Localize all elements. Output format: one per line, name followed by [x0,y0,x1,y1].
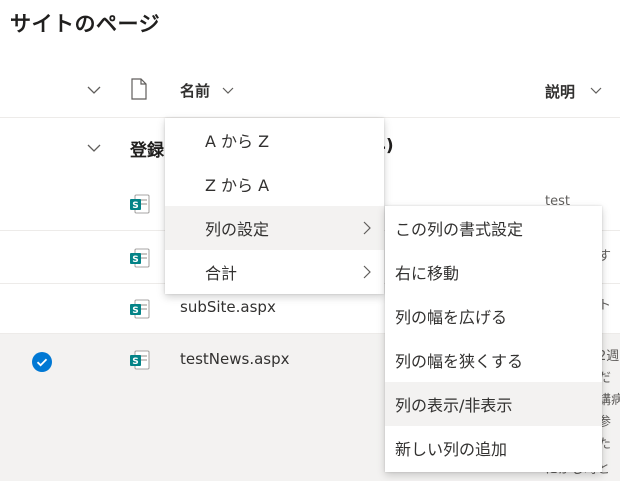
column-header-name[interactable]: 名前 [180,80,210,101]
menu-item-format-column[interactable]: この列の書式設定 [385,206,602,250]
chevron-right-icon [363,265,371,279]
svg-text:S: S [132,357,138,367]
chevron-right-icon [363,221,371,235]
sharepoint-page-icon: S [130,350,150,370]
chevron-down-icon[interactable] [222,84,234,96]
menu-item-label: 列の表示/非表示 [395,396,513,415]
document-icon [131,78,147,100]
menu-item-label: 列の設定 [205,220,270,239]
svg-text:S: S [132,255,138,265]
menu-item-label: 合計 [205,264,238,283]
file-name-link[interactable]: subSite.aspx [180,298,276,316]
sharepoint-page-icon: S [130,299,150,319]
menu-item-label: 新しい列の追加 [395,440,508,459]
menu-item-label: 右に移動 [395,264,460,283]
menu-item-widen-column[interactable]: 列の幅を広げる [385,294,602,338]
menu-item-sort-a-to-z[interactable]: A から Z [165,118,384,162]
list-header: 名前 説明 [0,62,620,118]
menu-item-show-hide-columns[interactable]: 列の表示/非表示 [385,382,602,426]
sharepoint-page-icon: S [130,248,150,268]
menu-item-narrow-column[interactable]: 列の幅を狭くする [385,338,602,382]
menu-item-move-right[interactable]: 右に移動 [385,250,602,294]
menu-item-totals[interactable]: 合計 [165,250,384,294]
column-context-menu: A から Z Z から A 列の設定 合計 [165,118,384,294]
column-header-description[interactable]: 説明 [545,81,575,102]
chevron-down-icon[interactable] [86,140,102,156]
checkmark-circle-icon[interactable] [32,352,52,372]
page-title: サイトのページ [10,12,161,36]
sharepoint-page-icon: S [130,194,150,214]
group-label: 登録 [130,141,164,161]
menu-item-label: Z から A [205,176,270,195]
column-settings-submenu: この列の書式設定 右に移動 列の幅を広げる 列の幅を狭くする 列の表示/非表示 … [385,206,602,472]
svg-text:S: S [132,201,138,211]
menu-item-label: A から Z [205,132,270,151]
file-name-link[interactable]: testNews.aspx [180,350,290,368]
menu-item-column-settings[interactable]: 列の設定 [165,206,384,250]
svg-text:S: S [132,306,138,316]
menu-item-label: 列の幅を狭くする [395,352,524,371]
menu-item-label: この列の書式設定 [395,220,524,239]
chevron-down-icon[interactable] [86,82,102,98]
chevron-down-icon[interactable] [590,84,602,96]
menu-item-sort-z-to-a[interactable]: Z から A [165,162,384,206]
menu-item-label: 列の幅を広げる [395,308,508,327]
menu-item-add-column[interactable]: 新しい列の追加 [385,426,602,470]
